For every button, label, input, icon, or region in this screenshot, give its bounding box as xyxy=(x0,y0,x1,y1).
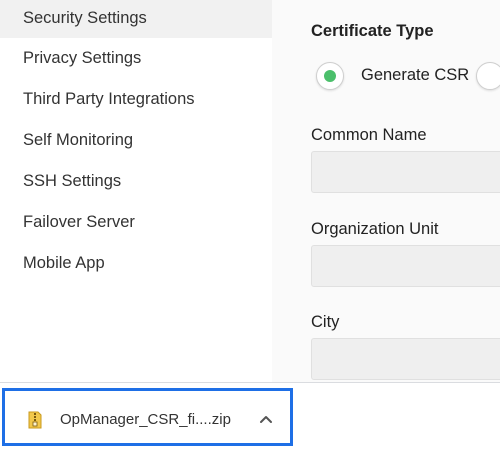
sidebar-item-security-settings[interactable]: Security Settings xyxy=(0,0,272,38)
common-name-input[interactable] xyxy=(311,151,500,193)
common-name-label: Common Name xyxy=(311,126,427,144)
sidebar-item-privacy-settings[interactable]: Privacy Settings xyxy=(0,38,272,79)
certificate-type-title: Certificate Type xyxy=(311,22,434,40)
organization-unit-input[interactable] xyxy=(311,245,500,287)
download-shelf: OpManager_CSR_fi....zip xyxy=(0,382,500,449)
settings-sidebar: Security Settings Privacy Settings Third… xyxy=(0,0,272,382)
sidebar-item-self-monitoring[interactable]: Self Monitoring xyxy=(0,120,272,161)
organization-unit-label: Organization Unit xyxy=(311,220,439,238)
zip-file-icon xyxy=(28,411,42,429)
city-label: City xyxy=(311,313,340,331)
app-root: Security Settings Privacy Settings Third… xyxy=(0,0,500,449)
sidebar-item-mobile-app[interactable]: Mobile App xyxy=(0,243,272,284)
sidebar-item-failover-server[interactable]: Failover Server xyxy=(0,202,272,243)
sidebar-item-third-party-integrations[interactable]: Third Party Integrations xyxy=(0,79,272,120)
radio-selected-dot xyxy=(324,70,336,82)
sidebar-item-ssh-settings[interactable]: SSH Settings xyxy=(0,161,272,202)
download-file-name[interactable]: OpManager_CSR_fi....zip xyxy=(60,411,231,428)
download-item[interactable]: OpManager_CSR_fi....zip xyxy=(2,388,293,446)
city-input[interactable] xyxy=(311,338,500,380)
generate-csr-radio[interactable] xyxy=(316,62,344,90)
chevron-up-icon[interactable] xyxy=(257,413,275,427)
alternate-certificate-radio[interactable] xyxy=(476,62,500,90)
security-settings-form: Certificate Type Generate CSR Common Nam… xyxy=(272,0,500,382)
generate-csr-label[interactable]: Generate CSR xyxy=(361,66,469,85)
